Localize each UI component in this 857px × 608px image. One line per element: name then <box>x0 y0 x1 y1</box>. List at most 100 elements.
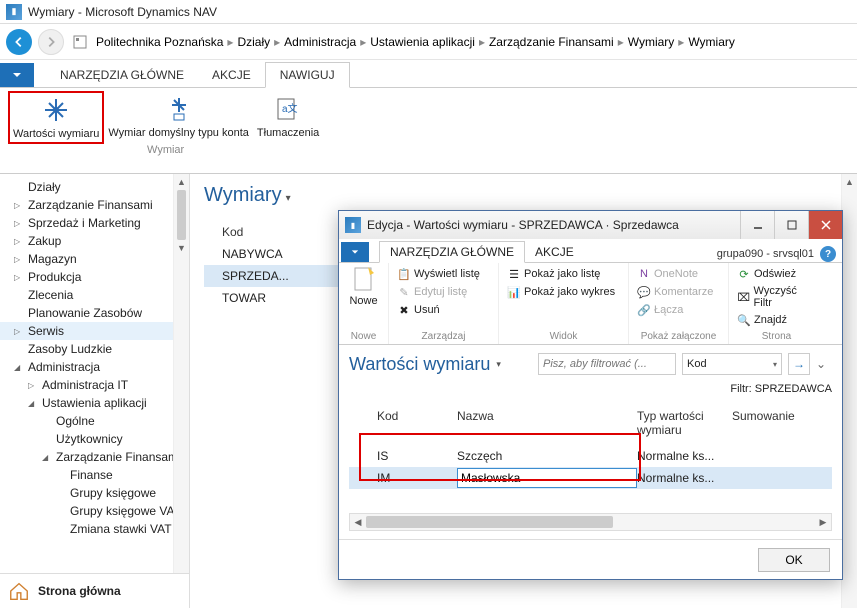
tree-item[interactable]: ▷Serwis <box>0 322 189 340</box>
window-titlebar: ▮ Wymiary - Microsoft Dynamics NAV <box>0 0 857 24</box>
scroll-down-icon[interactable]: ▼ <box>174 240 189 256</box>
onenote-button[interactable]: NOneNote <box>633 265 724 283</box>
table-body: IS Szczęch Normalne ks... IM Normalne ks… <box>349 445 832 489</box>
tab-home[interactable]: NARZĘDZIA GŁÓWNE <box>46 63 198 87</box>
scroll-thumb[interactable] <box>177 190 186 240</box>
tree-item[interactable]: ◢Zarządzanie Finansami <box>0 448 189 466</box>
tree-arrow-icon: ◢ <box>28 399 38 408</box>
tree-item-label: Administracja IT <box>42 378 128 392</box>
scroll-left-icon[interactable]: ◀ <box>350 517 366 528</box>
delete-icon: ✖ <box>397 303 411 317</box>
tab-navigate[interactable]: NAWIGUJ <box>265 62 350 88</box>
tree-item[interactable]: ▷Zakup <box>0 232 189 250</box>
nowe-label: Nowe <box>349 295 377 307</box>
col-nazwa[interactable]: Nazwa <box>457 409 637 437</box>
table-row[interactable]: IM Normalne ks... <box>349 467 832 489</box>
minimize-button[interactable] <box>740 211 774 239</box>
crumb-6[interactable]: Wymiary <box>688 35 735 49</box>
nav-row: Politechnika Poznańska▸ Działy▸ Administ… <box>0 24 857 60</box>
tree-item[interactable]: Zmiana stawki VAT <box>0 520 189 538</box>
help-icon[interactable]: ? <box>820 246 836 262</box>
sidebar-scrollbar[interactable]: ▲ ▼ <box>173 174 189 608</box>
ribbon-wymiar-domyslny[interactable]: Wymiar domyślny typu konta <box>104 91 253 144</box>
tab-actions[interactable]: AKCJE <box>198 63 265 87</box>
col-typ[interactable]: Typ wartości wymiaru <box>637 409 732 437</box>
tree-arrow-icon: ▷ <box>28 381 38 390</box>
tree-item[interactable]: ◢Administracja <box>0 358 189 376</box>
tree-item[interactable]: Grupy księgowe VAT <box>0 502 189 520</box>
maximize-button[interactable] <box>774 211 808 239</box>
usun-button[interactable]: ✖Usuń <box>393 301 494 319</box>
tree-item-label: Planowanie Zasobów <box>28 306 142 320</box>
scroll-right-icon[interactable]: ▶ <box>815 517 831 528</box>
table-row[interactable]: IS Szczęch Normalne ks... <box>349 445 832 467</box>
scroll-up-icon[interactable]: ▲ <box>842 174 857 190</box>
nazwa-input[interactable] <box>457 468 637 488</box>
ribbon-tlumaczenia[interactable]: a文 Tłumaczenia <box>253 91 323 144</box>
tree-item[interactable]: ▷Sprzedaż i Marketing <box>0 214 189 232</box>
tree-item[interactable]: Finanse <box>0 466 189 484</box>
sidebar-home[interactable]: Strona główna <box>0 573 189 608</box>
dialog-ribbon-zalaczone: NOneNote 💬Komentarze 🔗Łącza Pokaż załącz… <box>629 263 729 344</box>
sidebar-home-label: Strona główna <box>38 584 121 598</box>
col-kod[interactable]: Kod <box>377 409 457 437</box>
chart-icon: 📊 <box>507 285 521 299</box>
dialog-tab-actions[interactable]: AKCJE <box>525 242 584 262</box>
tree-item-label: Zarządzanie Finansami <box>28 198 153 212</box>
tree-item[interactable]: ▷Zarządzanie Finansami <box>0 196 189 214</box>
edit-icon: ✎ <box>397 285 411 299</box>
tree-item[interactable]: Działy <box>0 178 189 196</box>
tree-item[interactable]: Zasoby Ludzkie <box>0 340 189 358</box>
wyswietl-liste-button[interactable]: 📋Wyświetl listę <box>393 265 494 283</box>
ribbon-body: Wartości wymiaru Wymiar domyślny typu ko… <box>0 88 857 174</box>
scroll-thumb[interactable] <box>366 516 613 528</box>
cell-nazwa: Szczęch <box>457 449 637 463</box>
znajdz-button[interactable]: 🔍Znajdź <box>733 311 820 329</box>
content-scrollbar[interactable]: ▲ <box>841 174 857 608</box>
back-button[interactable] <box>6 29 32 55</box>
crumb-1[interactable]: Działy <box>237 35 270 49</box>
tree-item[interactable]: Użytkownicy <box>0 430 189 448</box>
crumb-2[interactable]: Administracja <box>284 35 356 49</box>
crumb-5[interactable]: Wymiary <box>628 35 675 49</box>
ribbon-tlumaczenia-label: Tłumaczenia <box>257 127 319 140</box>
ribbon-wartosci-wymiaru[interactable]: Wartości wymiaru <box>8 91 104 144</box>
file-menu[interactable] <box>0 63 34 87</box>
tree-item[interactable]: ▷Produkcja <box>0 268 189 286</box>
tree-item[interactable]: ▷Magazyn <box>0 250 189 268</box>
filter-field-select[interactable]: Kod▾ <box>682 353 782 375</box>
tree-item[interactable]: ◢Ustawienia aplikacji <box>0 394 189 412</box>
close-button[interactable] <box>808 211 842 239</box>
ok-button[interactable]: OK <box>758 548 830 572</box>
crumb-0[interactable]: Politechnika Poznańska <box>96 35 223 49</box>
default-dimension-icon <box>163 93 195 125</box>
filter-input[interactable] <box>538 353 676 375</box>
dialog-file-menu[interactable] <box>341 242 369 262</box>
tree-item[interactable]: Zlecenia <box>0 286 189 304</box>
crumb-4[interactable]: Zarządzanie Finansami <box>489 35 614 49</box>
strona-label: Strona <box>733 329 820 342</box>
crumb-3[interactable]: Ustawienia aplikacji <box>370 35 475 49</box>
tree-item[interactable]: Planowanie Zasobów <box>0 304 189 322</box>
komentarze-button[interactable]: 💬Komentarze <box>633 283 724 301</box>
pokaz-liste-button[interactable]: ☰Pokaż jako listę <box>503 265 624 283</box>
chevron-down-icon[interactable]: ⌄ <box>816 357 832 371</box>
dialog-h-scrollbar[interactable]: ◀ ▶ <box>349 513 832 531</box>
dialog-tab-home[interactable]: NARZĘDZIA GŁÓWNE <box>379 241 525 263</box>
pokaz-wykres-button[interactable]: 📊Pokaż jako wykres <box>503 283 624 301</box>
tree-item[interactable]: Grupy księgowe <box>0 484 189 502</box>
scroll-up-icon[interactable]: ▲ <box>174 174 189 190</box>
tree-item-label: Ogólne <box>56 414 95 428</box>
col-sumowanie[interactable]: Sumowanie <box>732 409 812 437</box>
list-icon: 📋 <box>397 267 411 281</box>
lacza-button[interactable]: 🔗Łącza <box>633 301 724 319</box>
edytuj-liste-button[interactable]: ✎Edytuj listę <box>393 283 494 301</box>
odswiez-button[interactable]: ⟳Odśwież <box>733 265 820 283</box>
wyczysc-filtr-button[interactable]: ⌧Wyczyść Filtr <box>733 283 820 311</box>
tree-item[interactable]: ▷ Administracja IT <box>0 376 189 394</box>
dialog-filter-bar: Kod▾ → ⌄ <box>538 353 832 375</box>
filter-go-button[interactable]: → <box>788 353 810 375</box>
dialog-ribbon-nowe[interactable]: Nowe Nowe <box>339 263 389 344</box>
tree-item[interactable]: Ogólne <box>0 412 189 430</box>
forward-button[interactable] <box>38 29 64 55</box>
